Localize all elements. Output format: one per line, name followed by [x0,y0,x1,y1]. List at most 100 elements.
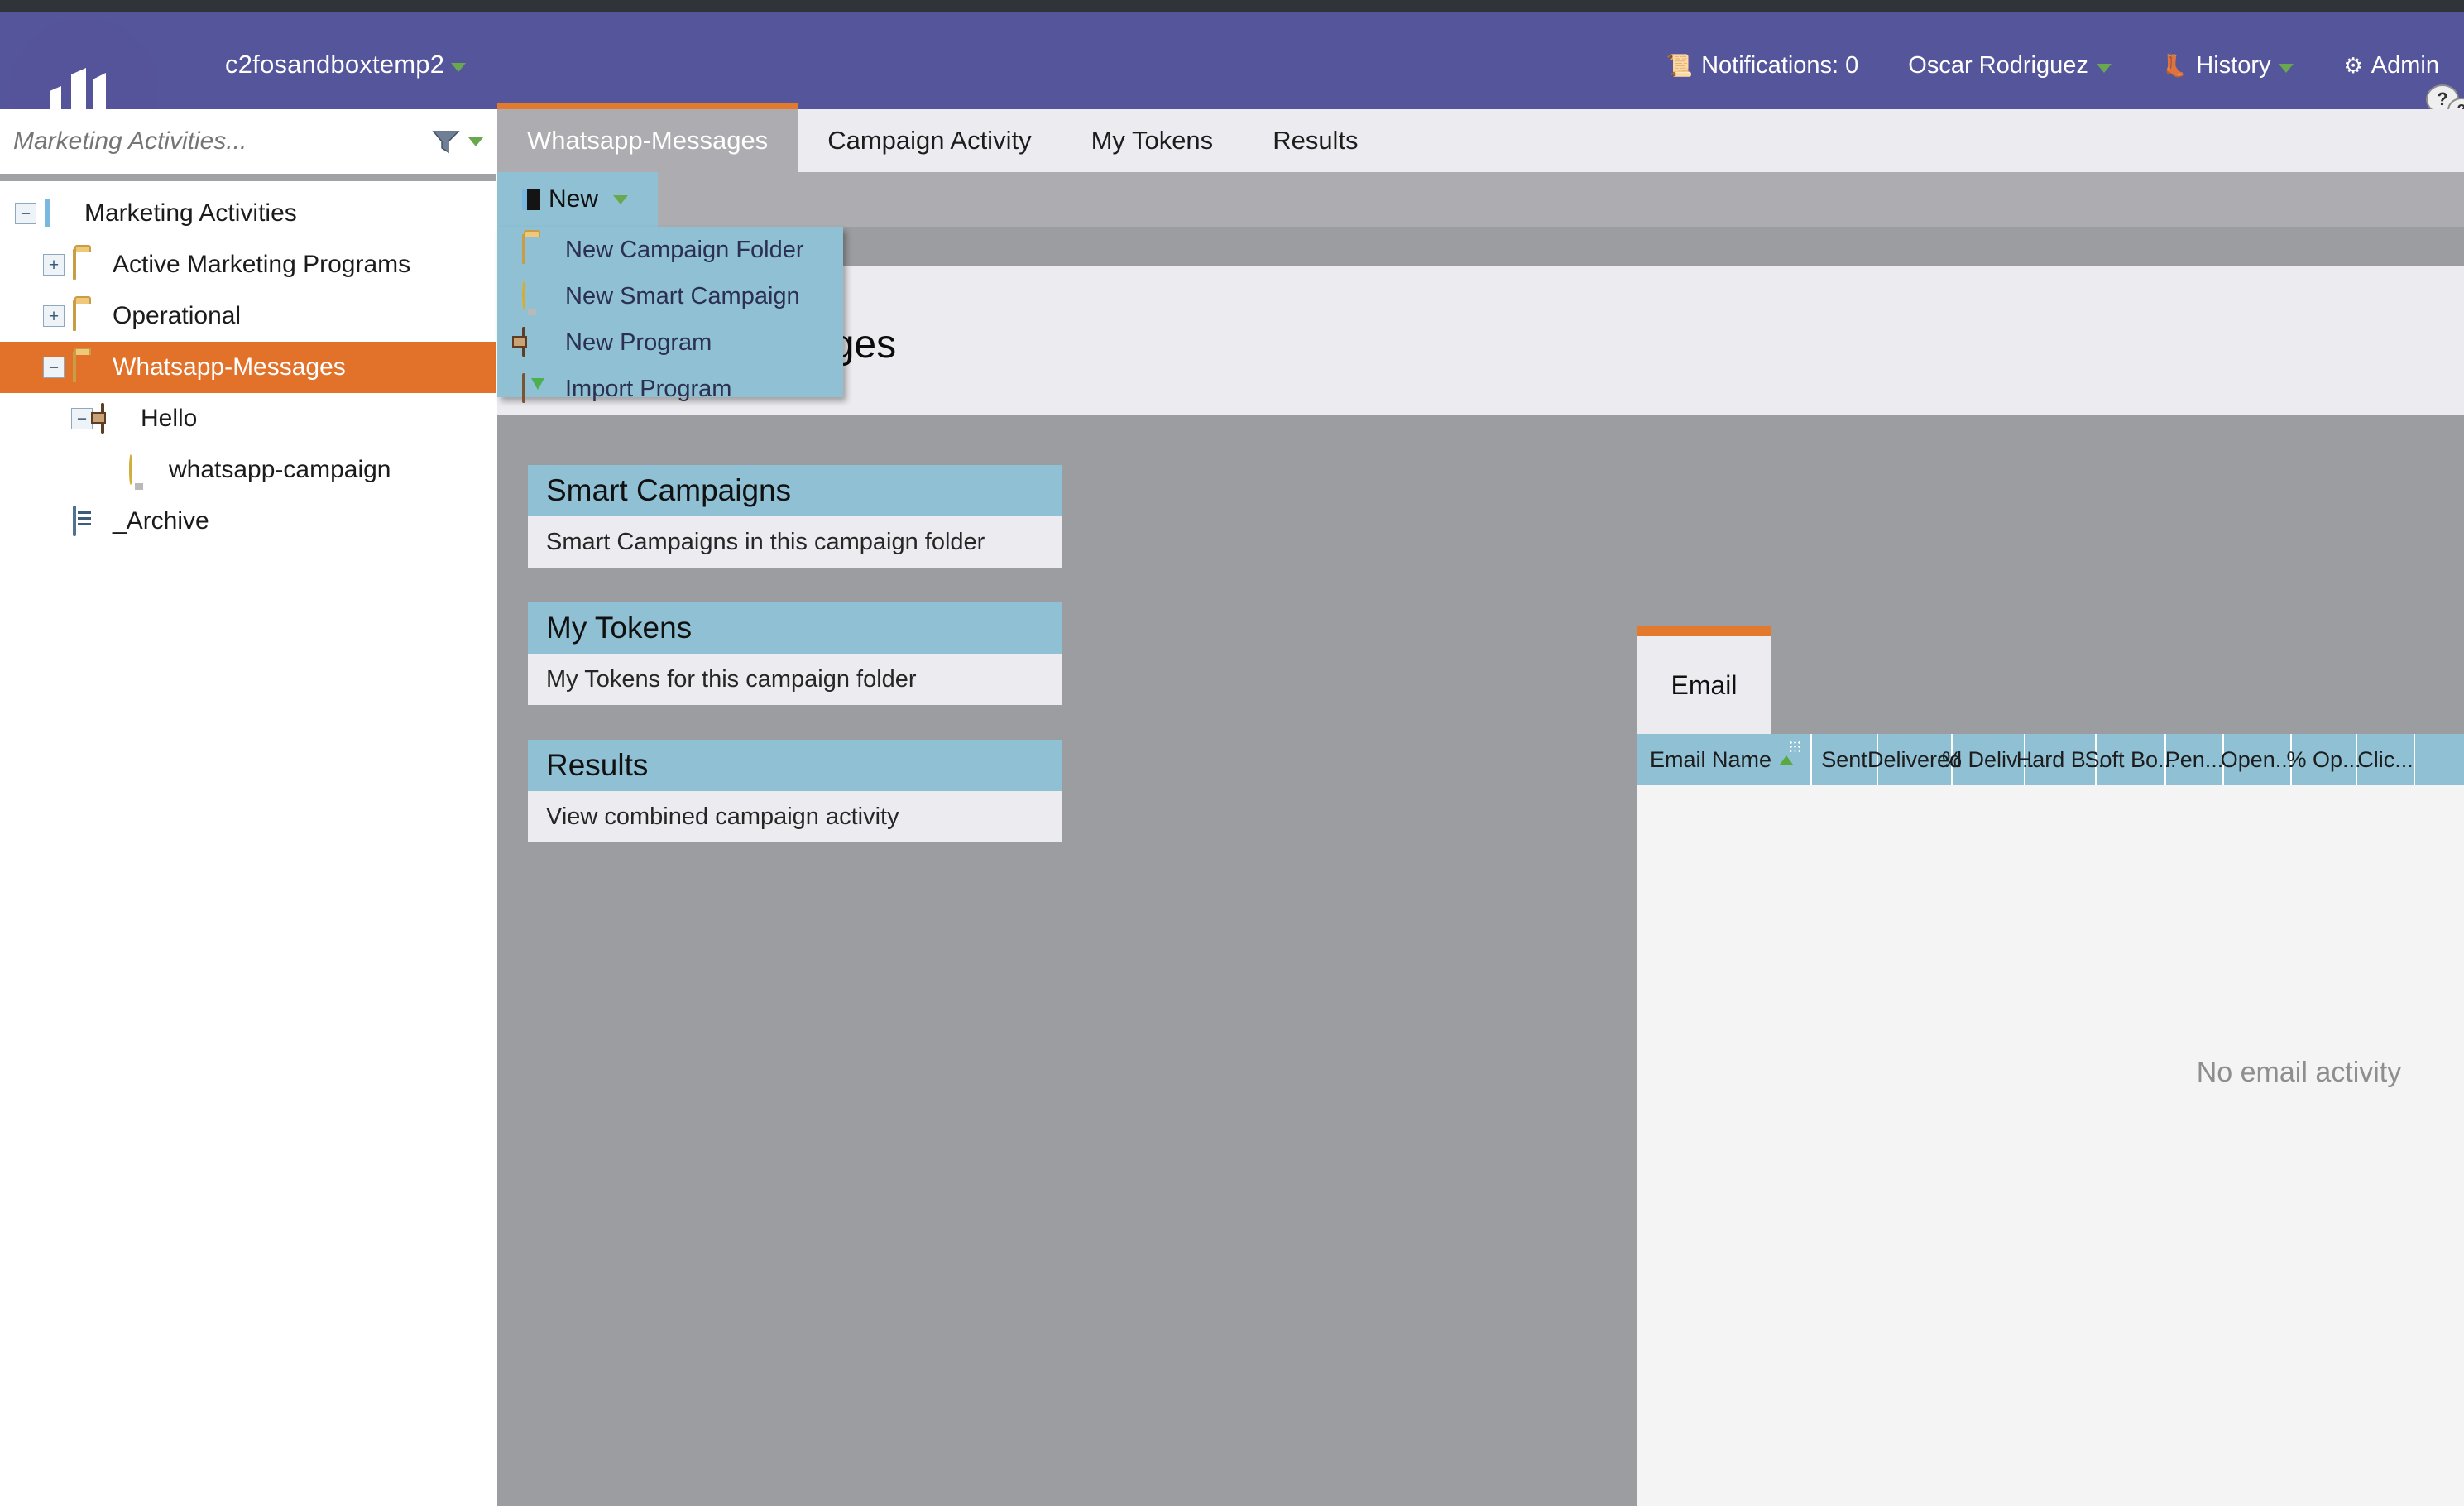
new-button-label: New [549,185,599,213]
green-caret-down-icon [613,194,629,204]
header-item-label: Oscar Rodriguez [1908,51,2088,79]
column-header-clicked[interactable]: Clic... [2357,734,2415,785]
column-header-email-name[interactable]: Email Name [1637,734,1812,785]
header-item-history[interactable]: 👢 History [2136,52,2319,79]
menu-item-label: New Campaign Folder [565,236,804,263]
card-results[interactable]: Results View combined campaign activity [528,740,1062,842]
menu-item-label: Import Program [565,375,732,402]
menu-item-new-campaign-folder[interactable]: New Campaign Folder [497,227,843,273]
tree-item-whatsapp-campaign[interactable]: whatsapp-campaign [0,444,496,496]
menu-item-new-smart-campaign[interactable]: New Smart Campaign [497,273,843,319]
menu-item-new-program[interactable]: New Program [497,319,843,366]
menu-item-label: New Smart Campaign [565,282,800,309]
column-label: % Op... [2286,746,2361,772]
tree-item-label: _Archive [113,507,209,535]
program-icon [522,327,552,357]
tab-label: My Tokens [1091,126,1214,155]
app-root: c2fosandboxtemp2 📜 Notifications: 0 Osca… [0,0,2464,1506]
menu-item-label: New Program [565,329,712,356]
tree-item-label: Hello [141,405,198,432]
header-item-label: Notifications: 0 [1701,51,1859,79]
program-import-icon [522,373,552,403]
book-icon [45,199,74,228]
search-input[interactable] [13,127,430,156]
card-title: My Tokens [528,602,1062,654]
gear-icon: ⚙ [2343,53,2363,78]
notifications-icon: 📜 [1666,53,1694,78]
header-nav: 📜 Notifications: 0 Oscar Rodriguez 👢 His… [1642,45,2464,122]
tree-item-whatsapp-messages[interactable]: − Whatsapp-Messages [0,342,496,393]
column-resize-grip[interactable] [1789,741,1800,752]
tree-item-operational[interactable]: + Operational [0,290,496,342]
tab-results[interactable]: Results [1243,109,1388,172]
tree-toggle-icon[interactable]: + [43,305,65,327]
app-header: c2fosandboxtemp2 📜 Notifications: 0 Osca… [0,12,2464,167]
bulb-icon [129,454,159,485]
tree-toggle-icon[interactable]: − [43,357,65,378]
program-icon [101,403,131,434]
tree-item-hello[interactable]: − Hello [0,393,496,444]
tree-item-active-marketing-programs[interactable]: + Active Marketing Programs [0,239,496,290]
tree-item-marketing-activities[interactable]: − Marketing Activities [0,188,496,239]
column-label: Soft Bo... [2084,746,2177,772]
action-toolbar: New [497,172,2464,227]
tree-toggle-spacer [99,459,121,481]
folder-icon [73,300,103,331]
new-dropdown-menu: New Campaign Folder New Smart Campaign N… [497,227,843,403]
column-header-opened[interactable]: Open... [2220,734,2294,785]
column-header-percent-delivered[interactable]: % Deliv... [1942,734,2035,785]
book-icon [522,189,540,210]
column-label: Clic... [2357,746,2414,772]
tab-label: Campaign Activity [827,126,1032,155]
tab-whatsapp-messages[interactable]: Whatsapp-Messages [497,103,798,172]
account-name: c2fosandboxtemp2 [225,50,445,79]
header-item-notifications[interactable]: 📜 Notifications: 0 [1642,52,1884,79]
funnel-filter-icon[interactable] [430,127,463,156]
tab-label: Whatsapp-Messages [527,126,769,155]
card-description: My Tokens for this campaign folder [528,654,1062,705]
column-label: Open... [2220,746,2294,772]
tab-campaign-activity[interactable]: Campaign Activity [798,109,1061,172]
tree-toggle-icon[interactable]: + [43,254,65,276]
chevron-down-icon [2096,63,2112,73]
card-my-tokens[interactable]: My Tokens My Tokens for this campaign fo… [528,602,1062,705]
column-label: Pen... [2164,746,2224,772]
account-switcher[interactable]: c2fosandboxtemp2 [225,50,467,79]
tree-item-label: Marketing Activities [84,199,297,227]
chevron-down-icon [451,62,467,72]
sidebar-divider [0,174,496,181]
card-description: Smart Campaigns in this campaign folder [528,516,1062,568]
column-header-pending[interactable]: Pen... [2164,734,2224,785]
tree-item-label: Whatsapp-Messages [113,353,346,381]
column-header-percent-opened[interactable]: % Op... [2286,734,2361,785]
chevron-down-icon[interactable] [468,137,483,146]
column-label: Sent [1821,746,1867,772]
chevron-down-icon [2279,63,2294,73]
window-titlebar-strip [0,0,2464,12]
bulb-icon [522,281,552,310]
header-item-label: History [2196,51,2271,79]
sidebar-search-row [0,109,496,174]
tab-email[interactable]: Email [1637,626,1771,734]
header-item-admin[interactable]: ⚙ Admin [2318,52,2464,79]
empty-state-message: No email activity [2196,1057,2402,1088]
grid-header-row: Email Name Sent Delivered % Deliv... Har… [1637,734,2464,785]
marketing-activities-tree: − Marketing Activities + Active Marketin… [0,188,496,547]
tree-item-label: Active Marketing Programs [113,251,411,278]
left-sidebar: − Marketing Activities + Active Marketin… [0,109,496,1506]
tree-toggle-icon[interactable]: − [71,408,93,429]
column-label: Email Name [1650,746,1772,772]
card-smart-campaigns[interactable]: Smart Campaigns Smart Campaigns in this … [528,465,1062,568]
menu-item-import-program[interactable]: Import Program [497,366,843,412]
new-button[interactable]: New [497,172,658,227]
tab-email-label: Email [1671,669,1738,700]
header-item-label: Admin [2371,51,2439,79]
tab-my-tokens[interactable]: My Tokens [1062,109,1244,172]
tree-item-archive[interactable]: _Archive [0,496,496,547]
sort-ascending-icon [1780,755,1794,765]
column-header-soft-bounced[interactable]: Soft Bo... [2084,734,2177,785]
tree-toggle-icon[interactable]: − [15,203,36,224]
email-activity-grid: Email Name Sent Delivered % Deliv... Har… [1637,734,2464,1506]
header-item-user[interactable]: Oscar Rodriguez [1883,52,2136,79]
summary-cards: Smart Campaigns Smart Campaigns in this … [528,465,1062,877]
